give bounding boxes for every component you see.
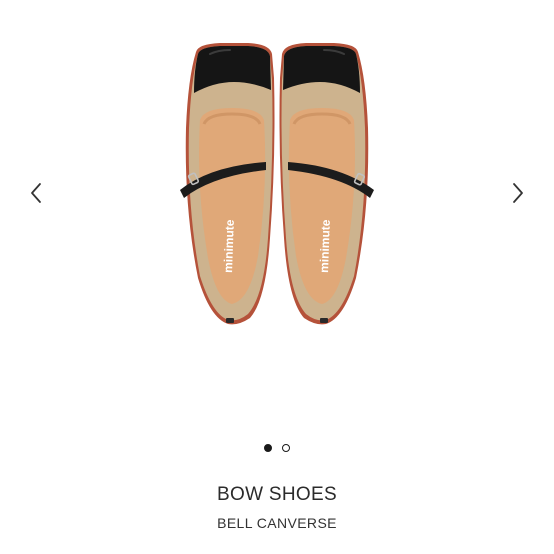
- carousel-next-button[interactable]: [503, 176, 533, 210]
- right-insole-brand: minimute: [317, 219, 333, 273]
- right-shoe: minimute: [279, 43, 374, 325]
- carousel-prev-button[interactable]: [21, 176, 51, 210]
- carousel-dot-1[interactable]: [264, 444, 272, 452]
- carousel-pagination: [0, 442, 554, 454]
- product-title: BOW SHOES: [217, 484, 337, 505]
- left-shoe: minimute: [180, 43, 275, 325]
- shoe-pair-image: minimute minimute: [180, 43, 374, 325]
- product-page: minimute minimute BOW SHOES BELL CANVERS…: [0, 0, 554, 554]
- chevron-left-icon: [31, 183, 41, 203]
- carousel-dot-2[interactable]: [282, 444, 290, 452]
- chevron-right-icon: [513, 183, 523, 203]
- product-image[interactable]: minimute minimute: [170, 38, 384, 328]
- product-image-carousel: minimute minimute: [0, 0, 554, 430]
- left-insole-brand: minimute: [221, 219, 237, 273]
- product-brand: BELL CANVERSE: [217, 515, 337, 531]
